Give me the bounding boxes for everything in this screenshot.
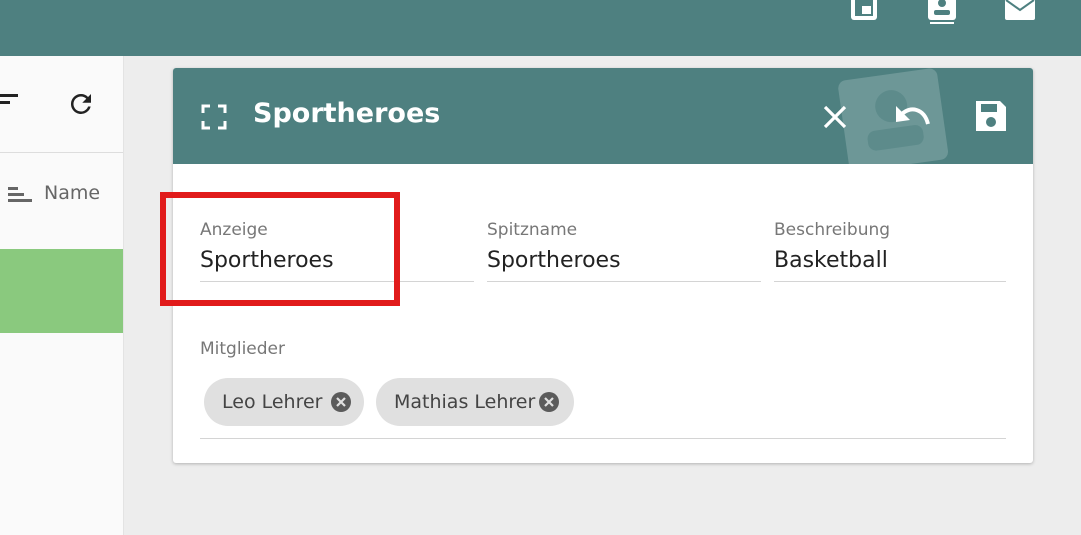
contact-icon[interactable] <box>926 0 958 26</box>
members-underline <box>200 438 1006 439</box>
filter-icon[interactable] <box>0 90 20 110</box>
member-chip[interactable]: Mathias Lehrer <box>376 378 574 426</box>
spitzname-value[interactable]: Sportheroes <box>487 248 761 273</box>
sort-icon[interactable] <box>6 183 32 205</box>
layout-icon[interactable] <box>848 0 880 26</box>
spitzname-underline <box>487 281 761 282</box>
selected-list-row[interactable] <box>0 249 123 333</box>
chip-label: Mathias Lehrer <box>394 391 536 413</box>
chip-remove-icon[interactable] <box>538 391 560 413</box>
spitzname-label: Spitzname <box>487 220 578 240</box>
chip-label: Leo Lehrer <box>222 391 323 413</box>
list-panel: Name <box>0 56 124 535</box>
refresh-icon[interactable] <box>66 89 96 119</box>
mail-icon[interactable] <box>1004 0 1036 26</box>
dialog-title: Sportheroes <box>253 98 441 129</box>
dialog-header: Sportheroes <box>173 68 1033 164</box>
beschreibung-value[interactable]: Basketball <box>774 248 1006 273</box>
undo-icon[interactable] <box>894 100 934 134</box>
beschreibung-underline <box>774 281 1006 282</box>
contact-watermark-icon <box>838 68 949 164</box>
highlight-box <box>160 192 400 306</box>
spitzname-field[interactable]: Spitzname Sportheroes <box>487 220 761 282</box>
column-header-name[interactable]: Name <box>44 182 100 204</box>
close-icon[interactable] <box>820 102 850 132</box>
chip-remove-icon[interactable] <box>330 391 352 413</box>
beschreibung-label: Beschreibung <box>774 220 891 240</box>
mitglieder-label: Mitglieder <box>200 339 285 359</box>
member-chip[interactable]: Leo Lehrer <box>204 378 364 426</box>
beschreibung-field[interactable]: Beschreibung Basketball <box>774 220 1006 282</box>
top-app-bar <box>0 0 1081 56</box>
expand-icon[interactable] <box>201 104 227 130</box>
save-icon[interactable] <box>973 98 1009 134</box>
mitglieder-section: Mitglieder <box>200 339 285 359</box>
divider <box>0 152 123 153</box>
